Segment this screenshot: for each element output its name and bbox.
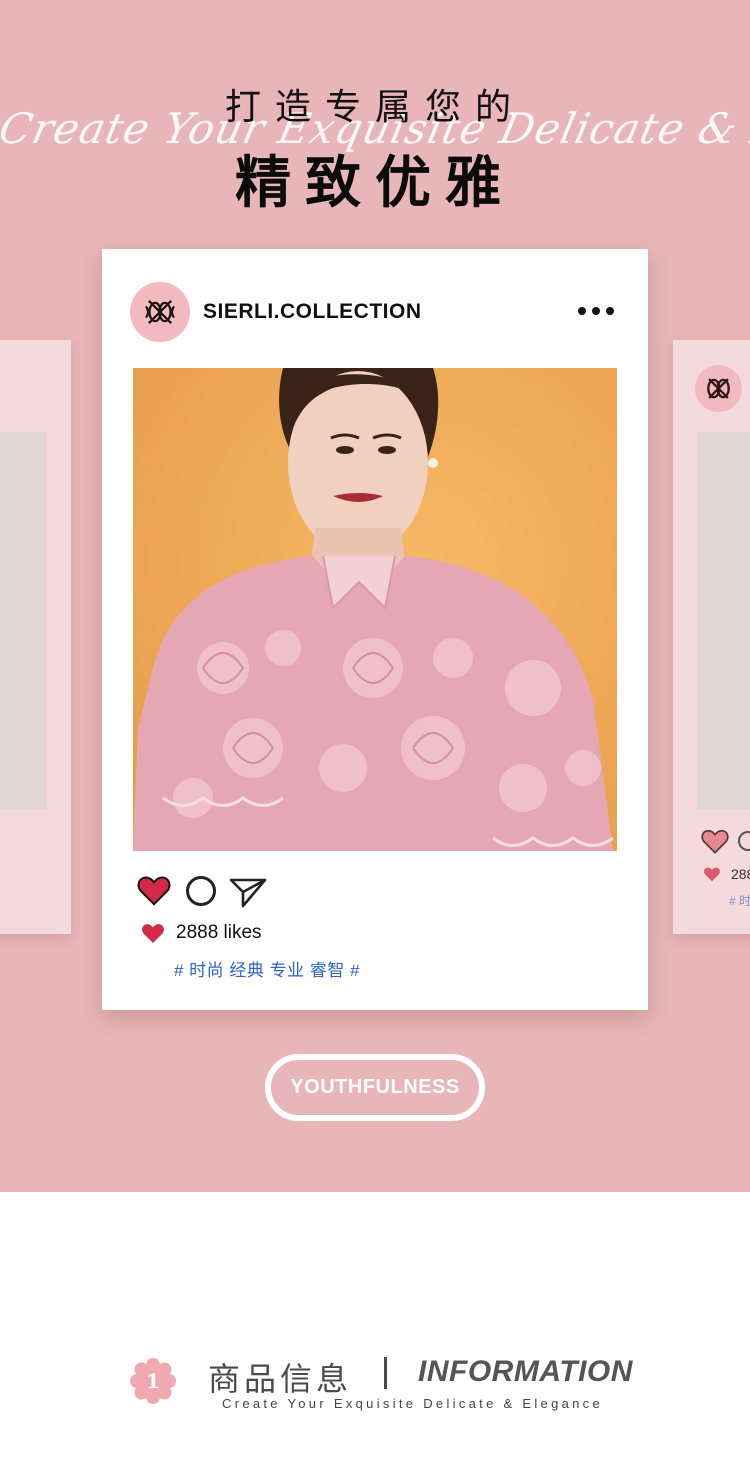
side-post-card-right: 288 # 时	[673, 340, 750, 934]
heart-icon	[701, 829, 729, 854]
comment-icon[interactable]	[186, 876, 216, 906]
heart-icon	[142, 924, 164, 943]
side-post-tags: # 时	[729, 894, 750, 908]
side-post-image-placeholder	[0, 432, 47, 810]
likes-count: 2888 likes	[176, 922, 262, 943]
hero-title-small: 打造专属您的	[224, 87, 525, 128]
info-section	[0, 1192, 750, 1461]
hero-banner: Create Your Exquisite Delicate & Eleganc…	[0, 0, 750, 1192]
model-in-lace-dress-image	[133, 368, 617, 851]
side-post-image-placeholder	[697, 432, 750, 810]
account-name[interactable]: SIERLI.COLLECTION	[203, 300, 422, 324]
side-post-card-left	[0, 340, 71, 934]
account-avatar[interactable]	[130, 282, 190, 342]
heart-icon	[704, 867, 720, 882]
info-title-cn: 商品信息	[208, 1361, 353, 1397]
comment-icon	[738, 831, 750, 851]
side-post-avatar	[695, 365, 742, 412]
share-send-icon[interactable]	[229, 876, 267, 908]
hero-title-large: 精致优雅	[235, 151, 515, 216]
post-photo[interactable]	[133, 368, 617, 851]
info-title-en: INFORMATION	[418, 1355, 633, 1388]
info-number: 1	[146, 1369, 160, 1393]
flower-number-icon: 1	[130, 1358, 176, 1404]
more-options-icon[interactable]	[576, 299, 616, 323]
post-card: SIERLI.COLLECTION 2888 likes # 时尚 经典 专业 …	[102, 249, 648, 1010]
title-divider	[384, 1357, 387, 1389]
side-post-likes: 288	[731, 866, 750, 882]
info-subtitle: Create Your Exquisite Delicate & Eleganc…	[222, 1396, 604, 1411]
brand-logo-icon	[145, 300, 175, 324]
like-heart-icon[interactable]	[137, 874, 171, 906]
post-hashtags[interactable]: # 时尚 经典 专业 睿智 #	[174, 956, 360, 981]
youthfulness-badge: YOUTHFULNESS	[265, 1054, 485, 1121]
